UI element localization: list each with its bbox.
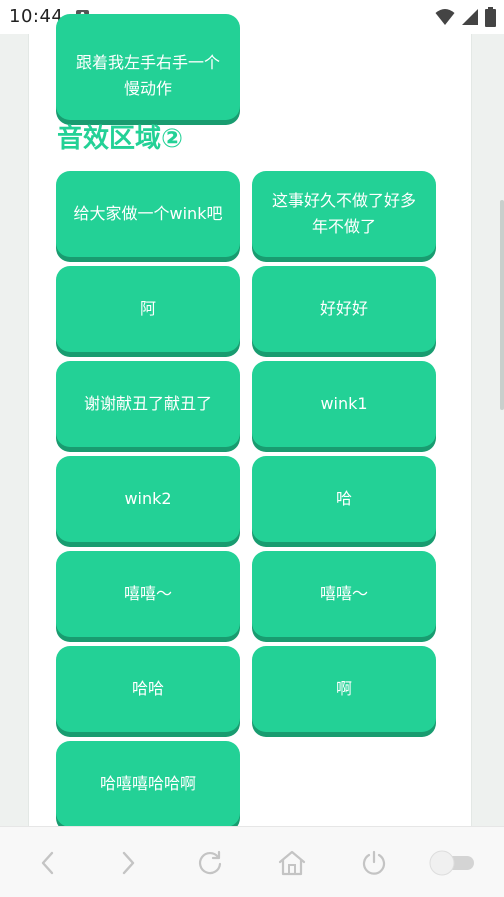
status-time: 10:44	[9, 6, 64, 27]
home-button[interactable]	[272, 843, 312, 883]
back-button[interactable]	[28, 843, 68, 883]
battery-icon	[485, 7, 496, 27]
chevron-right-icon	[122, 851, 135, 875]
sound-button-label: 嘻嘻～	[123, 584, 172, 603]
sound-button[interactable]: 好好好	[252, 266, 436, 352]
scrollbar[interactable]	[500, 200, 504, 410]
sound-button[interactable]: 啊	[252, 646, 436, 732]
sound-button-label: 这事好久不做了好多年不做了	[271, 191, 416, 236]
sound-button[interactable]: 嘻嘻～	[252, 551, 436, 637]
sound-button[interactable]: 哈	[252, 456, 436, 542]
sound-button-label: 跟着我左手右手一个慢动作	[75, 53, 220, 98]
home-icon	[278, 850, 306, 876]
sound-button-label: 嘻嘻～	[319, 584, 368, 603]
sound-button-label: 给大家做一个wink吧	[73, 204, 223, 223]
sound-button-label: 哈哈	[131, 679, 164, 698]
sound-button[interactable]: wink1	[252, 361, 436, 447]
status-icons	[435, 7, 496, 27]
signal-icon	[462, 9, 478, 25]
sound-button-label: wink2	[124, 489, 172, 508]
sound-button[interactable]: 这事好久不做了好多年不做了	[252, 171, 436, 257]
sound-button[interactable]: 谢谢献丑了献丑了	[56, 361, 240, 447]
sound-button-label: 阿	[139, 299, 156, 318]
section-title: 音效区域②	[57, 124, 184, 154]
refresh-icon	[198, 850, 222, 875]
forward-button[interactable]	[108, 843, 148, 883]
power-button[interactable]	[354, 843, 394, 883]
toggle-switch[interactable]	[428, 843, 476, 883]
sound-button-label: 好好好	[319, 299, 368, 318]
sound-button[interactable]: 给大家做一个wink吧	[56, 171, 240, 257]
chevron-left-icon	[41, 851, 54, 875]
power-icon	[362, 850, 386, 875]
refresh-button[interactable]	[190, 843, 230, 883]
sound-button-partial[interactable]: 跟着我左手右手一个慢动作	[56, 14, 240, 120]
sound-button[interactable]: 哈嘻嘻哈哈啊	[56, 741, 240, 827]
bottom-nav-bar	[0, 826, 504, 897]
sound-button-label: 哈	[335, 489, 352, 508]
sound-button[interactable]: 阿	[56, 266, 240, 352]
toggle-switch-icon	[429, 850, 474, 876]
sound-button[interactable]: wink2	[56, 456, 240, 542]
sound-button[interactable]: 嘻嘻～	[56, 551, 240, 637]
wifi-icon	[435, 9, 455, 25]
sound-button-label: wink1	[320, 394, 368, 413]
sound-button-label: 谢谢献丑了献丑了	[83, 394, 212, 413]
sound-button-label: 啊	[335, 679, 352, 698]
sound-button[interactable]: 哈哈	[56, 646, 240, 732]
sound-button-label: 哈嘻嘻哈哈啊	[99, 774, 196, 793]
